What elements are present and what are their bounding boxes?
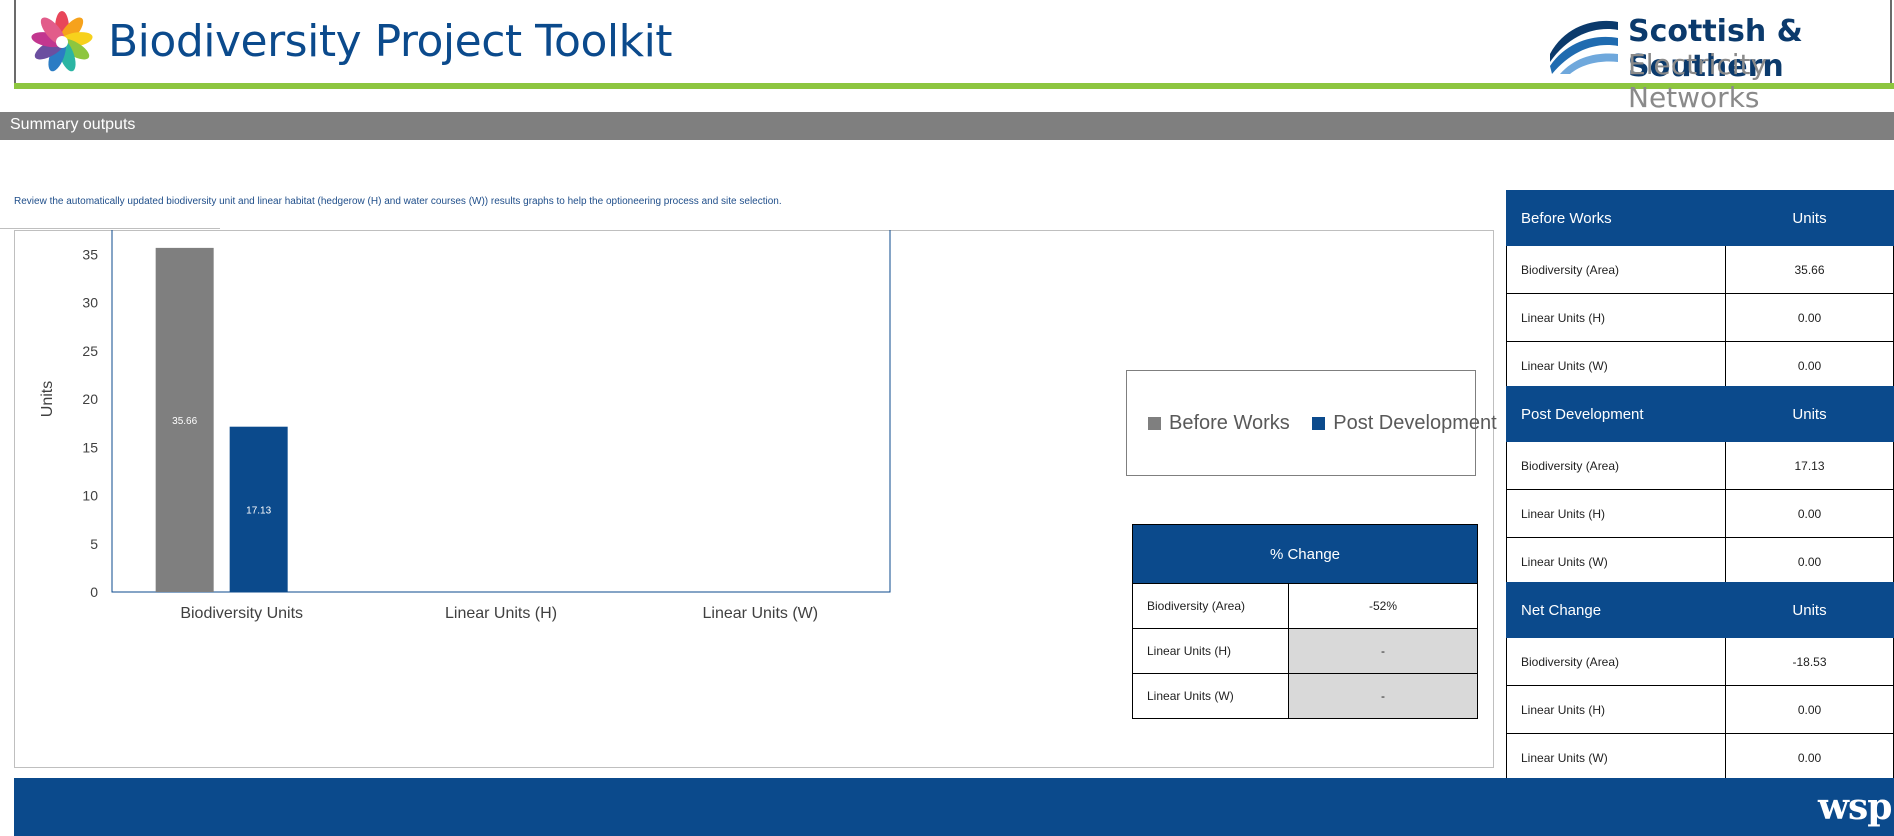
table-title: Post Development — [1506, 386, 1726, 442]
table-row: Linear Units (H) - — [1132, 628, 1478, 674]
flower-logo-icon — [30, 10, 94, 79]
table-title: Before Works — [1506, 190, 1726, 246]
row-label: Biodiversity (Area) — [1506, 245, 1726, 294]
footer-bar — [14, 778, 1894, 836]
row-value: 0.00 — [1725, 293, 1894, 342]
table-header-row: Net Change Units — [1506, 582, 1894, 638]
row-label: Linear Units (W) — [1506, 733, 1726, 782]
units-header: Units — [1725, 582, 1894, 638]
row-label: Linear Units (H) — [1506, 489, 1726, 538]
row-value: -18.53 — [1725, 637, 1894, 686]
net-change-table: Net Change Units Biodiversity (Area) -18… — [1506, 582, 1894, 782]
table-row: Linear Units (W) 0.00 — [1506, 537, 1894, 586]
row-label: Linear Units (W) — [1506, 341, 1726, 390]
table-row: Linear Units (W) 0.00 — [1506, 341, 1894, 390]
legend-item-before: Before Works — [1148, 412, 1290, 435]
row-label: Biodiversity (Area) — [1132, 583, 1289, 629]
legend-swatch-post — [1312, 417, 1326, 430]
row-label: Linear Units (W) — [1506, 537, 1726, 586]
instructions-text: Review the automatically updated biodive… — [14, 196, 782, 207]
table-row: Linear Units (H) 0.00 — [1506, 489, 1894, 538]
y-tick-label: 35 — [82, 246, 98, 262]
legend-item-post: Post Development — [1312, 412, 1497, 435]
data-label: 17.13 — [246, 505, 271, 516]
row-label: Biodiversity (Area) — [1506, 637, 1726, 686]
table-row: Biodiversity (Area) -18.53 — [1506, 637, 1894, 686]
section-bar — [0, 112, 1894, 140]
table-header-row: % Change — [1132, 524, 1478, 584]
legend-swatch-before — [1148, 417, 1161, 430]
row-label: Linear Units (H) — [1506, 685, 1726, 734]
row-label: Linear Units (W) — [1132, 673, 1289, 719]
pct-change-table: % Change Biodiversity (Area) -52% Linear… — [1132, 524, 1478, 719]
table-title: Net Change — [1506, 582, 1726, 638]
page-title: Biodiversity Project Toolkit — [108, 16, 673, 67]
row-label: Linear Units (H) — [1132, 628, 1289, 674]
y-tick-label: 10 — [82, 488, 98, 504]
legend-row: Before Works Post Development — [1148, 412, 1515, 435]
table-row: Biodiversity (Area) 35.66 — [1506, 245, 1894, 294]
units-header: Units — [1725, 190, 1894, 246]
x-tick-label: Linear Units (H) — [445, 605, 557, 622]
row-value: 0.00 — [1725, 685, 1894, 734]
post-development-table: Post Development Units Biodiversity (Are… — [1506, 386, 1894, 586]
row-value: 35.66 — [1725, 245, 1894, 294]
legend-label-before: Before Works — [1169, 412, 1290, 434]
header-accent-line — [14, 83, 1894, 89]
units-bar-chart: Units0510152025303540UnitsBiodiversity U… — [39, 230, 891, 622]
y-tick-label: 20 — [82, 391, 98, 407]
table-row: Biodiversity (Area) 17.13 — [1506, 441, 1894, 490]
row-value: 17.13 — [1725, 441, 1894, 490]
y-tick-label: 30 — [82, 295, 98, 311]
y-tick-label: 25 — [82, 343, 98, 359]
y-tick-label: 0 — [90, 584, 98, 600]
y-tick-label: 5 — [90, 536, 98, 552]
pct-change-title: % Change — [1132, 524, 1478, 584]
row-label: Linear Units (H) — [1506, 293, 1726, 342]
table-header-row: Post Development Units — [1506, 386, 1894, 442]
chart-title: Units — [476, 230, 526, 233]
before-works-table: Before Works Units Biodiversity (Area) 3… — [1506, 190, 1894, 390]
section-title: Summary outputs — [10, 116, 136, 133]
row-value: - — [1288, 673, 1478, 719]
row-value: 0.00 — [1725, 489, 1894, 538]
x-tick-label: Linear Units (W) — [703, 605, 819, 622]
table-row: Biodiversity (Area) -52% — [1132, 583, 1478, 629]
y-axis-label: Units — [39, 381, 56, 417]
table-row: Linear Units (H) 0.00 — [1506, 685, 1894, 734]
table-row: Linear Units (W) - — [1132, 673, 1478, 719]
table-row: Linear Units (W) 0.00 — [1506, 733, 1894, 782]
table-row: Linear Units (H) 0.00 — [1506, 293, 1894, 342]
divider — [0, 228, 220, 229]
partner-name-line2: Electricity Networks — [1628, 48, 1768, 114]
wsp-logo: wsp — [1818, 786, 1892, 828]
row-label: Biodiversity (Area) — [1506, 441, 1726, 490]
data-label: 35.66 — [172, 416, 197, 427]
y-tick-label: 15 — [82, 439, 98, 455]
row-value: 0.00 — [1725, 733, 1894, 782]
row-value: 0.00 — [1725, 341, 1894, 390]
sse-logo-icon — [1546, 14, 1622, 81]
table-header-row: Before Works Units — [1506, 190, 1894, 246]
legend-label-post: Post Development — [1333, 412, 1497, 434]
units-header: Units — [1725, 386, 1894, 442]
row-value: -52% — [1288, 583, 1478, 629]
plot-area — [111, 230, 891, 593]
row-value: - — [1288, 628, 1478, 674]
x-tick-label: Biodiversity Units — [180, 605, 303, 622]
row-value: 0.00 — [1725, 537, 1894, 586]
